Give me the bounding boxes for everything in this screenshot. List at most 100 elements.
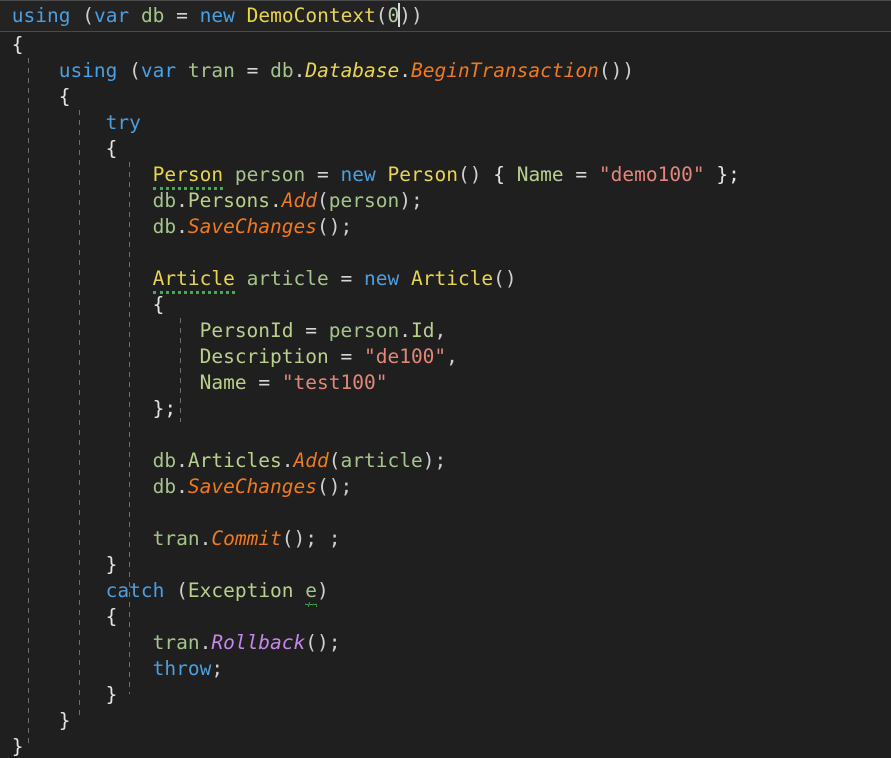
local-person: person — [328, 319, 400, 342]
dot: . — [270, 189, 282, 212]
brace-close: } — [11, 735, 24, 758]
dot: . — [399, 59, 412, 82]
code-line[interactable]: tran.Commit(); ; — [0, 526, 891, 552]
code-line[interactable]: db.Articles.Add(article); — [0, 448, 891, 474]
paren-pair: () — [493, 267, 517, 290]
code-line[interactable]: } — [0, 708, 891, 734]
comma: , — [446, 345, 458, 368]
local-article: article — [340, 449, 423, 472]
local-tran: tran — [152, 527, 200, 550]
code-editor[interactable]: using (var db = new DemoContext(0)) { us… — [0, 0, 891, 758]
comma: , — [434, 319, 447, 342]
code-line[interactable]: { — [0, 32, 891, 58]
code-line[interactable]: catch (Exception e) — [0, 578, 891, 604]
code-line[interactable]: db.Persons.Add(person); — [0, 188, 891, 214]
code-line[interactable]: { — [0, 84, 891, 110]
semicolon: ; — [410, 189, 423, 212]
code-line[interactable]: PersonId = person.Id, — [0, 318, 891, 344]
type-article: Article — [410, 267, 494, 290]
code-line[interactable]: } — [0, 682, 891, 708]
paren-pair: () — [281, 527, 306, 550]
local-db: db — [152, 475, 177, 498]
code-line[interactable]: { — [0, 292, 891, 318]
code-line[interactable]: Article article = new Article() — [0, 266, 891, 294]
brace-open: { — [493, 163, 505, 186]
property-id: Id — [410, 319, 435, 342]
paren-open: ( — [82, 4, 94, 27]
code-line[interactable]: } — [0, 734, 891, 758]
code-line[interactable]: using (var db = new DemoContext(0)) — [0, 0, 891, 32]
keyword-new: new — [364, 267, 400, 290]
brace-open: { — [152, 293, 165, 316]
paren-close-pair: )) — [399, 4, 423, 27]
brace-close: } — [105, 683, 118, 706]
type-democontext: DemoContext — [246, 4, 376, 27]
brace-close-semicolon: }; — [152, 397, 177, 420]
equals: = — [305, 319, 318, 342]
string-test100: "test100" — [281, 371, 388, 394]
paren-pair: () — [317, 475, 341, 498]
code-line-blank[interactable] — [0, 500, 891, 526]
dot: . — [176, 449, 188, 472]
local-person: person — [328, 189, 400, 212]
code-line[interactable]: tran.Rollback(); — [0, 630, 891, 656]
type-exception: Exception — [187, 579, 294, 602]
brace-open: { — [105, 137, 118, 160]
brace-open: { — [105, 605, 118, 628]
method-savechanges: SaveChanges — [187, 475, 317, 498]
property-database: Database — [305, 59, 400, 82]
code-line-blank[interactable] — [0, 240, 891, 266]
local-db: db — [152, 215, 177, 238]
paren-pair: () — [457, 163, 482, 186]
paren-open: ( — [598, 59, 611, 82]
code-line[interactable]: try — [0, 110, 891, 136]
type-article-with-warning: Article — [152, 267, 235, 294]
type-person: Person — [387, 163, 458, 186]
local-tran: tran — [152, 631, 200, 654]
dot: . — [281, 449, 294, 472]
code-line[interactable]: Name = "test100" — [0, 370, 891, 396]
dot: . — [199, 631, 212, 654]
paren-pair: () — [305, 631, 329, 654]
paren-close: ) — [422, 449, 435, 472]
keyword-var: var — [140, 59, 177, 82]
brace-close: } — [58, 709, 71, 732]
code-line[interactable]: } — [0, 552, 891, 578]
code-line[interactable]: Description = "de100", — [0, 344, 891, 370]
semicolon: ; — [211, 657, 224, 680]
paren-close: ) — [317, 579, 329, 602]
local-person: person — [234, 163, 306, 186]
keyword-using: using — [11, 4, 71, 27]
semicolon: ; — [340, 215, 353, 238]
semicolon: ; — [328, 631, 341, 654]
equals: = — [176, 4, 188, 27]
code-line[interactable]: }; — [0, 396, 891, 422]
equals: = — [317, 163, 329, 186]
equals: = — [575, 163, 588, 186]
code-line[interactable]: db.SaveChanges(); — [0, 474, 891, 500]
semicolon: ; — [434, 449, 447, 472]
code-line-blank[interactable] — [0, 422, 891, 448]
paren-open: ( — [129, 59, 141, 82]
brace-open: { — [58, 85, 71, 108]
equals: = — [340, 267, 353, 290]
local-db: db — [152, 189, 177, 212]
semicolon-pair: ; ; — [305, 527, 341, 550]
property-personid: PersonId — [199, 319, 294, 342]
method-add: Add — [281, 189, 318, 212]
code-line[interactable]: db.SaveChanges(); — [0, 214, 891, 240]
equals: = — [258, 371, 271, 394]
code-line[interactable]: using (var tran = db.Database.BeginTrans… — [0, 58, 891, 84]
paren-open: ( — [176, 579, 188, 602]
code-content[interactable]: using (var db = new DemoContext(0)) { us… — [0, 0, 891, 758]
brace-close-semicolon: }; — [716, 163, 740, 186]
paren-pair: () — [317, 215, 341, 238]
property-name: Name — [199, 371, 247, 394]
string-de100: "de100" — [363, 345, 447, 368]
code-line[interactable]: Person person = new Person() { Name = "d… — [0, 162, 891, 190]
code-line[interactable]: throw; — [0, 656, 891, 682]
local-db: db — [270, 59, 294, 82]
code-line[interactable]: { — [0, 136, 891, 162]
local-e-with-warning: e — [305, 579, 318, 602]
code-line[interactable]: { — [0, 604, 891, 630]
